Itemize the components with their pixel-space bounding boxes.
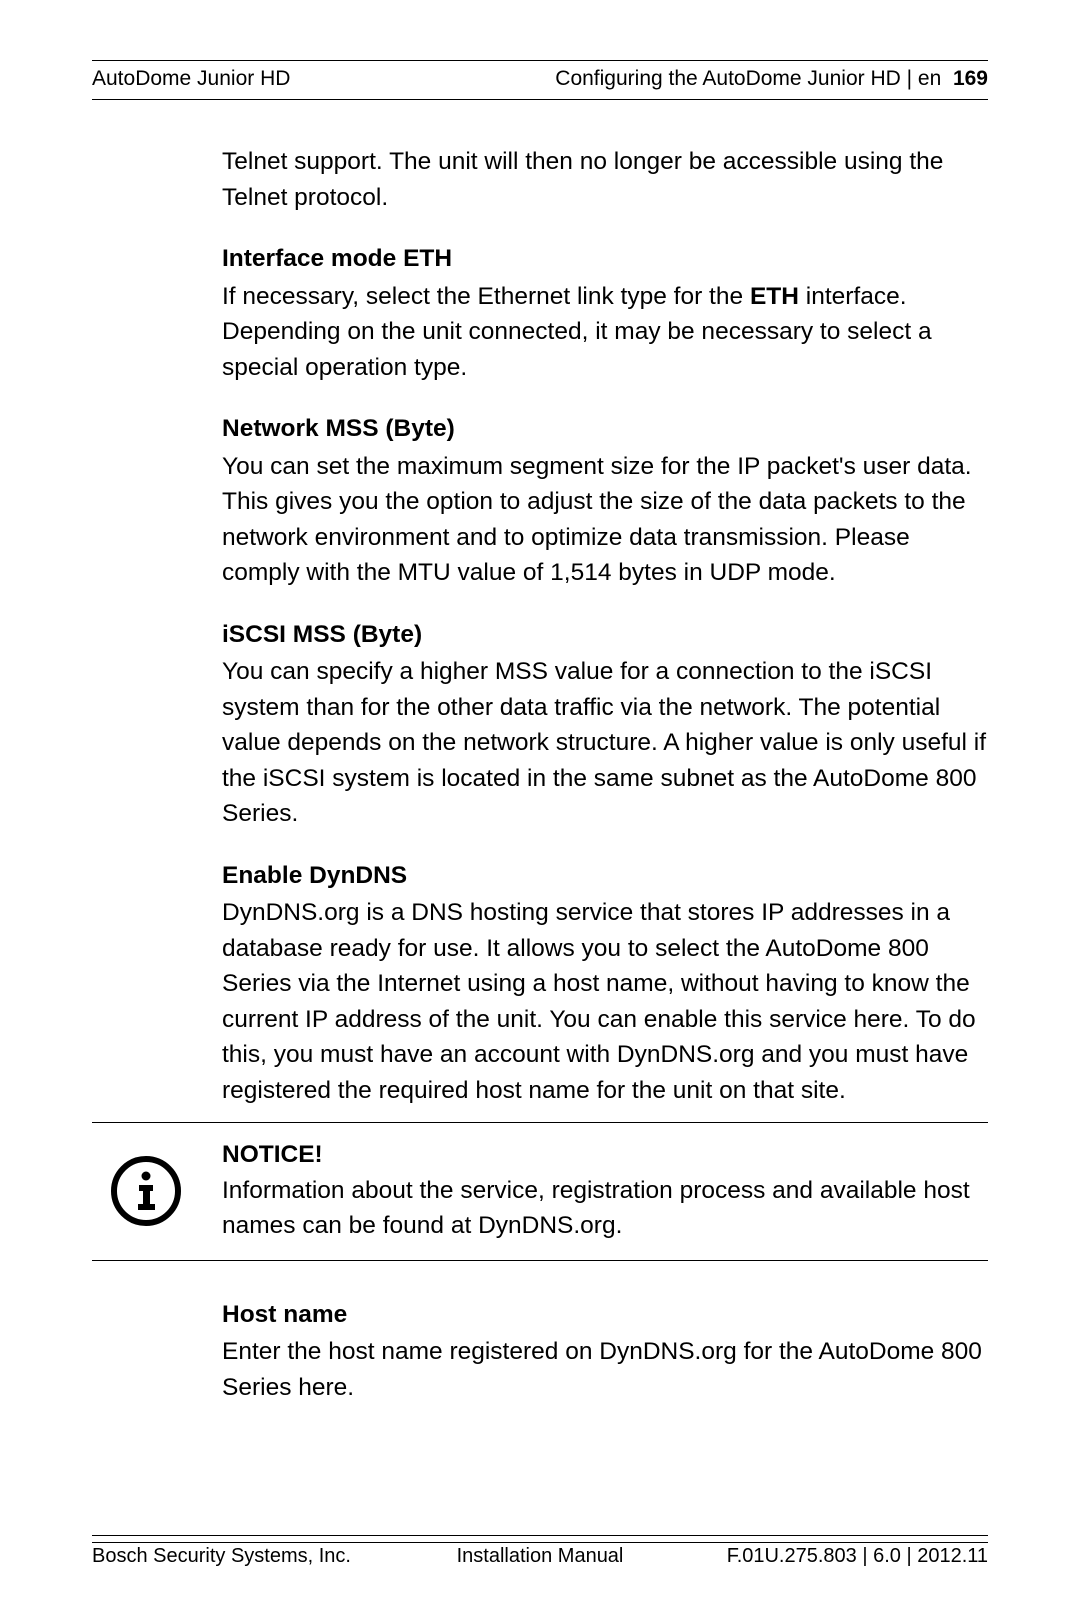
page-header: AutoDome Junior HD Configuring the AutoD… (92, 67, 988, 100)
eth-bold: ETH (750, 283, 799, 310)
info-icon (110, 1155, 182, 1227)
network-mss-section: Network MSS (Byte) You can set the maxim… (222, 411, 988, 591)
footer-company: Bosch Security Systems, Inc. (92, 1545, 391, 1568)
notice-body: Information about the service, registrat… (222, 1173, 988, 1244)
telnet-paragraph: Telnet support. The unit will then no lo… (222, 144, 988, 215)
interface-mode-text-a: If necessary, select the Ethernet link t… (222, 283, 750, 310)
network-mss-text: You can set the maximum segment size for… (222, 453, 972, 587)
notice-heading: NOTICE! (222, 1137, 988, 1173)
footer-row: Bosch Security Systems, Inc. Installatio… (92, 1542, 988, 1568)
dyndns-heading: Enable DynDNS (222, 858, 988, 894)
hostname-text: Enter the host name registered on DynDNS… (222, 1338, 982, 1401)
network-mss-heading: Network MSS (Byte) (222, 411, 988, 447)
header-right: Configuring the AutoDome Junior HD | en … (555, 67, 988, 91)
dyndns-section: Enable DynDNS DynDNS.org is a DNS hostin… (222, 858, 988, 1109)
hostname-section: Host name Enter the host name registered… (222, 1297, 988, 1406)
hostname-heading: Host name (222, 1297, 988, 1333)
header-top-rule (92, 60, 988, 61)
footer-doc-type: Installation Manual (391, 1545, 690, 1568)
page-footer: Bosch Security Systems, Inc. Installatio… (92, 1535, 988, 1568)
notice-content: NOTICE! Information about the service, r… (222, 1137, 988, 1244)
interface-mode-heading: Interface mode ETH (222, 241, 988, 277)
page-number: 169 (953, 67, 988, 90)
iscsi-mss-text: You can specify a higher MSS value for a… (222, 658, 986, 827)
dyndns-text: DynDNS.org is a DNS hosting service that… (222, 899, 976, 1104)
main-content: Telnet support. The unit will then no lo… (222, 144, 988, 1108)
iscsi-mss-section: iSCSI MSS (Byte) You can specify a highe… (222, 617, 988, 832)
interface-mode-section: Interface mode ETH If necessary, select … (222, 241, 988, 385)
iscsi-mss-heading: iSCSI MSS (Byte) (222, 617, 988, 653)
header-breadcrumb: Configuring the AutoDome Junior HD | en (555, 67, 941, 90)
footer-doc-id: F.01U.275.803 | 6.0 | 2012.11 (689, 1545, 988, 1568)
header-left: AutoDome Junior HD (92, 67, 290, 91)
notice-box: NOTICE! Information about the service, r… (92, 1122, 988, 1261)
hostname-section-wrapper: Host name Enter the host name registered… (222, 1297, 988, 1406)
footer-top-rule (92, 1535, 988, 1536)
